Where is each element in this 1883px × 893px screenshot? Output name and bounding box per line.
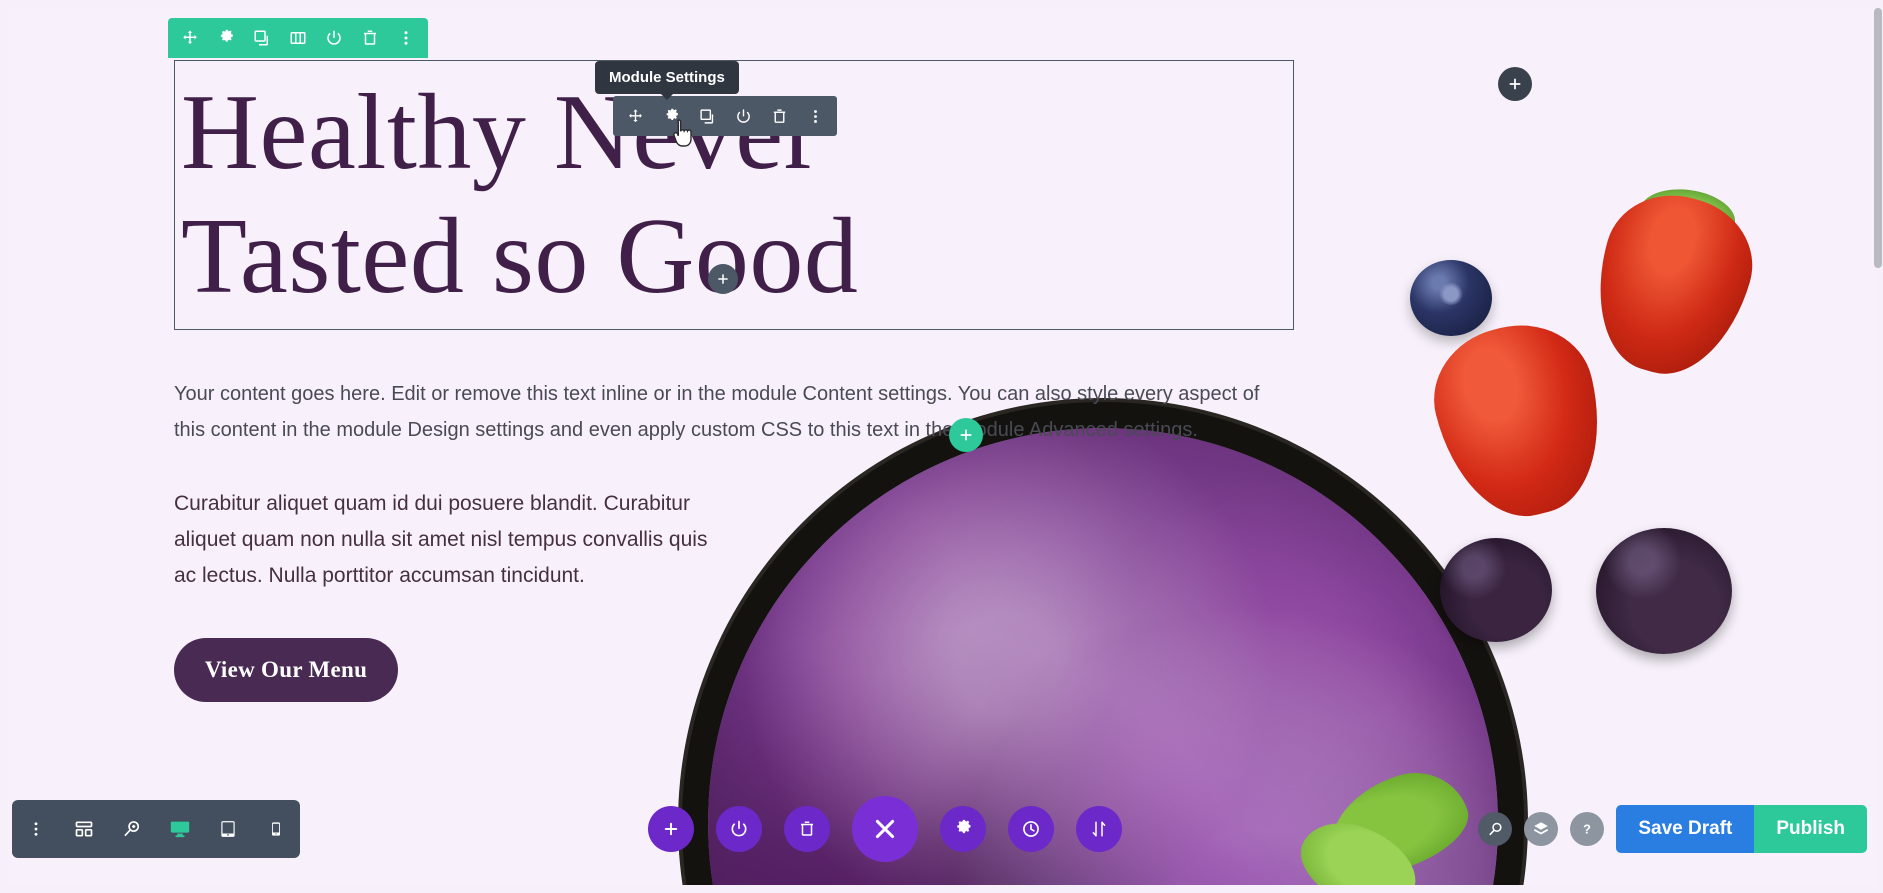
kebab-icon[interactable] <box>388 18 424 58</box>
section-toolbar[interactable] <box>168 18 428 58</box>
kebab-icon[interactable] <box>17 810 55 848</box>
secondary-paragraph: Curabitur aliquet quam id dui posuere bl… <box>174 492 708 587</box>
view-our-menu-button[interactable]: View Our Menu <box>174 638 398 702</box>
trash-icon[interactable] <box>352 18 388 58</box>
builder-view-toolbar[interactable] <box>12 800 300 858</box>
columns-icon[interactable] <box>280 18 316 58</box>
builder-screen: Healthy Never Tasted so Good Your conten… <box>0 0 1883 893</box>
blueberry-image <box>1410 260 1492 336</box>
close-icon[interactable] <box>852 796 918 862</box>
save-publish-group[interactable]: Save Draft Publish <box>1616 805 1867 853</box>
zoom-icon[interactable] <box>113 810 151 848</box>
search-icon[interactable] <box>1478 812 1513 846</box>
body-paragraph: Your content goes here. Edit or remove t… <box>174 383 1260 441</box>
tablet-icon[interactable] <box>209 810 247 848</box>
add-module-button-middle[interactable] <box>949 418 983 452</box>
add-section-button-top-right[interactable] <box>1498 67 1532 101</box>
module-settings-tooltip: Module Settings <box>595 61 739 100</box>
page-canvas: Healthy Never Tasted so Good Your conten… <box>8 8 1875 885</box>
add-module-button-heading[interactable] <box>708 264 738 294</box>
layers-icon[interactable] <box>1524 812 1559 846</box>
history-icon[interactable] <box>1008 806 1054 852</box>
strawberry-1-image <box>1419 309 1621 533</box>
duplicate-icon[interactable] <box>244 18 280 58</box>
builder-main-toolbar[interactable] <box>648 796 1122 862</box>
blackberry-1-image <box>1440 538 1552 642</box>
svg-text:?: ? <box>1583 822 1591 837</box>
wireframe-icon[interactable] <box>65 810 103 848</box>
kebab-icon[interactable] <box>797 96 833 136</box>
move-icon[interactable] <box>617 96 653 136</box>
gear-icon[interactable] <box>208 18 244 58</box>
help-icon[interactable]: ? <box>1570 812 1605 846</box>
power-icon[interactable] <box>716 806 762 852</box>
desktop-icon[interactable] <box>161 810 199 848</box>
save-draft-button[interactable]: Save Draft <box>1616 805 1755 853</box>
mouse-cursor <box>672 118 698 155</box>
power-icon[interactable] <box>725 96 761 136</box>
builder-actions[interactable]: ? Save Draft Publish <box>1478 800 1867 858</box>
blackberry-2-image <box>1596 528 1732 654</box>
add-section-button[interactable] <box>648 806 694 852</box>
move-icon[interactable] <box>172 18 208 58</box>
sort-icon[interactable] <box>1076 806 1122 852</box>
phone-icon[interactable] <box>257 810 295 848</box>
strawberry-2-image <box>1576 179 1768 391</box>
power-icon[interactable] <box>316 18 352 58</box>
gear-icon[interactable] <box>940 806 986 852</box>
publish-button[interactable]: Publish <box>1754 805 1867 853</box>
module-toolbar[interactable] <box>613 96 837 136</box>
trash-icon[interactable] <box>761 96 797 136</box>
vertical-scrollbar[interactable] <box>1874 8 1882 268</box>
trash-icon[interactable] <box>784 806 830 852</box>
